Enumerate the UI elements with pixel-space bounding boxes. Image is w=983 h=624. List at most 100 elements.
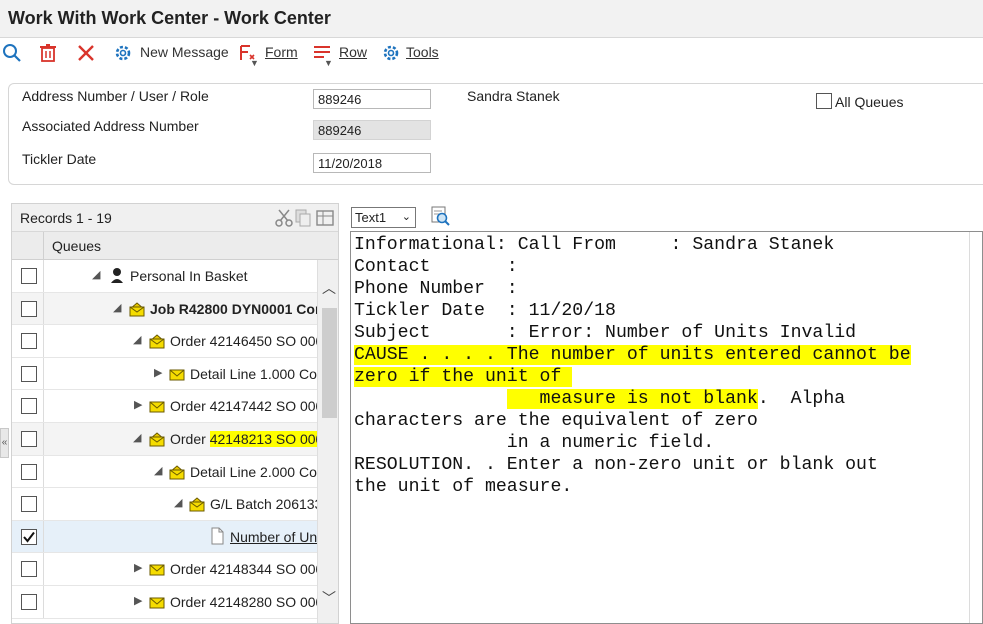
form-menu[interactable]: Form xyxy=(265,44,298,60)
expand-triangle-icon[interactable]: ▶ xyxy=(134,398,142,411)
new-message-button[interactable]: New Message xyxy=(140,44,229,60)
cut-icon[interactable] xyxy=(274,208,294,228)
close-icon[interactable] xyxy=(76,43,96,63)
message-text-panel[interactable]: Informational: Call From : Sandra Stanek… xyxy=(350,231,983,624)
collapse-triangle-icon[interactable]: ◢ xyxy=(174,496,182,509)
text-line: Informational: Call From : Sandra Stanek xyxy=(354,235,835,255)
row-checkbox[interactable] xyxy=(21,333,37,350)
document-icon xyxy=(211,527,224,545)
tools-gear-icon[interactable] xyxy=(381,43,401,63)
envelope-icon xyxy=(189,497,205,512)
tree-row[interactable]: ◢ Detail Line 2.000 Con xyxy=(12,455,317,489)
envelope-icon xyxy=(149,597,165,609)
grid-vertical-scrollbar[interactable]: ︿ ﹀ xyxy=(317,260,338,623)
tree-row[interactable]: ▶ Order 42147442 SO 000 xyxy=(12,390,317,423)
tree-row[interactable]: Number of Uni xyxy=(12,520,317,554)
collapse-triangle-icon[interactable]: ◢ xyxy=(133,333,141,346)
address-name: Sandra Stanek xyxy=(467,88,560,104)
row-select-cell xyxy=(12,357,44,390)
tree-label: Order 42147442 SO 000 xyxy=(170,398,317,415)
all-queues-label: All Queues xyxy=(835,94,904,110)
scroll-thumb[interactable] xyxy=(322,308,337,418)
export-grid-icon[interactable] xyxy=(315,208,335,228)
copy-icon[interactable] xyxy=(294,208,312,228)
row-menu[interactable]: Row xyxy=(339,44,367,60)
address-number-input[interactable]: 889246 xyxy=(313,89,431,109)
tree-label: Order 42148344 SO 000 xyxy=(170,561,317,578)
tree-label: Job R42800 DYN0001 Com xyxy=(150,300,317,317)
text-line: measure is not blank. Alpha xyxy=(354,388,969,410)
search-icon[interactable] xyxy=(2,43,22,63)
collapse-triangle-icon[interactable]: ◢ xyxy=(92,268,100,281)
text-line-highlighted: zero if the unit of xyxy=(354,366,969,388)
row-checkbox[interactable] xyxy=(21,365,37,382)
tree-label: Order 42148213 SO 000 xyxy=(170,431,317,447)
row-select-cell xyxy=(12,260,44,292)
collapse-triangle-icon[interactable]: ◢ xyxy=(113,301,121,314)
row-select-cell xyxy=(12,292,44,325)
text-selector-dropdown[interactable]: Text1 ⌄ xyxy=(351,207,416,228)
collapse-triangle-icon[interactable]: ◢ xyxy=(133,431,141,444)
text-selector-value: Text1 xyxy=(355,210,387,225)
row-checkbox[interactable] xyxy=(21,463,37,480)
collapse-triangle-icon[interactable]: ◢ xyxy=(154,464,162,477)
grid-toolbar: Records 1 - 19 xyxy=(12,204,338,232)
tree-row[interactable]: ◢ Personal In Basket xyxy=(12,260,317,293)
row-checkbox[interactable] xyxy=(21,268,37,284)
tools-menu[interactable]: Tools xyxy=(406,44,439,60)
assoc-address-label: Associated Address Number xyxy=(22,118,199,134)
row-select-cell xyxy=(12,520,44,553)
row-select-cell xyxy=(12,553,44,585)
tree-row[interactable]: ◢ Order 42146450 SO 000 xyxy=(12,325,317,358)
tree-row[interactable]: ◢ Job R42800 DYN0001 Com xyxy=(12,292,317,326)
tools-menu-label: Tools xyxy=(406,44,439,60)
preview-magnifier-icon[interactable] xyxy=(429,205,451,227)
queues-column-header[interactable]: Queues xyxy=(52,238,101,254)
text-rest: . Alpha xyxy=(757,389,846,409)
window-title: Work With Work Center - Work Center xyxy=(8,8,331,28)
toolbar: New Message ▼ Form ▼ Row Tools xyxy=(0,38,983,68)
row-checkbox-checked[interactable] xyxy=(21,528,37,545)
expand-triangle-icon[interactable]: ▶ xyxy=(134,594,142,607)
highlight-span: measure is not blank xyxy=(506,389,758,409)
collapse-panel-handle[interactable]: « xyxy=(0,428,9,458)
envelope-icon xyxy=(169,464,185,480)
tickler-date-input[interactable]: 11/20/2018 xyxy=(313,153,431,173)
select-column-header xyxy=(12,232,44,260)
row-select-cell xyxy=(12,455,44,488)
text-line: the unit of measure. xyxy=(354,477,573,497)
row-checkbox[interactable] xyxy=(21,300,37,317)
envelope-icon xyxy=(149,401,165,413)
expand-triangle-icon[interactable]: ▶ xyxy=(134,561,142,574)
tree-label: Personal In Basket xyxy=(130,268,248,284)
envelope-icon xyxy=(169,369,185,381)
message-link[interactable]: Number of Uni xyxy=(230,529,317,545)
text-line: RESOLUTION. . Enter a non-zero unit or b… xyxy=(354,455,878,475)
row-select-cell xyxy=(12,586,44,618)
tree-row[interactable]: ▶ Detail Line 1.000 Con xyxy=(12,357,317,391)
row-checkbox[interactable] xyxy=(21,594,37,610)
new-message-gear-icon[interactable] xyxy=(113,43,133,63)
scroll-up-icon[interactable]: ︿ xyxy=(322,278,336,298)
row-select-cell xyxy=(12,488,44,520)
text-line: characters are the equivalent of zero xyxy=(354,411,758,431)
tree-row[interactable]: ▶ Order 42148344 SO 000 xyxy=(12,553,317,586)
tree-row[interactable]: ◢ Order 42148213 SO 000 xyxy=(12,423,317,456)
row-checkbox[interactable] xyxy=(21,561,37,578)
tree-row[interactable]: ◢ G/L Batch 206133 xyxy=(12,488,317,521)
chevron-down-icon: ▼ xyxy=(324,58,333,68)
scroll-down-icon[interactable]: ﹀ xyxy=(322,588,336,608)
all-queues-checkbox[interactable] xyxy=(816,93,832,109)
text-panel-scrollbar[interactable] xyxy=(969,232,982,623)
tree-label: Detail Line 2.000 Con xyxy=(190,463,317,480)
title-bar: Work With Work Center - Work Center xyxy=(0,0,983,38)
delete-icon[interactable] xyxy=(38,43,58,63)
row-checkbox[interactable] xyxy=(21,496,37,513)
expand-triangle-icon[interactable]: ▶ xyxy=(154,366,162,379)
row-checkbox[interactable] xyxy=(21,398,37,415)
row-checkbox[interactable] xyxy=(21,431,37,447)
tree-row[interactable]: ▶ Order 42148280 SO 000 xyxy=(12,586,317,619)
text-line: Phone Number : xyxy=(354,279,518,299)
text-line-highlighted: CAUSE . . . . The number of units entere… xyxy=(354,344,969,366)
text-line: Contact : xyxy=(354,257,518,277)
